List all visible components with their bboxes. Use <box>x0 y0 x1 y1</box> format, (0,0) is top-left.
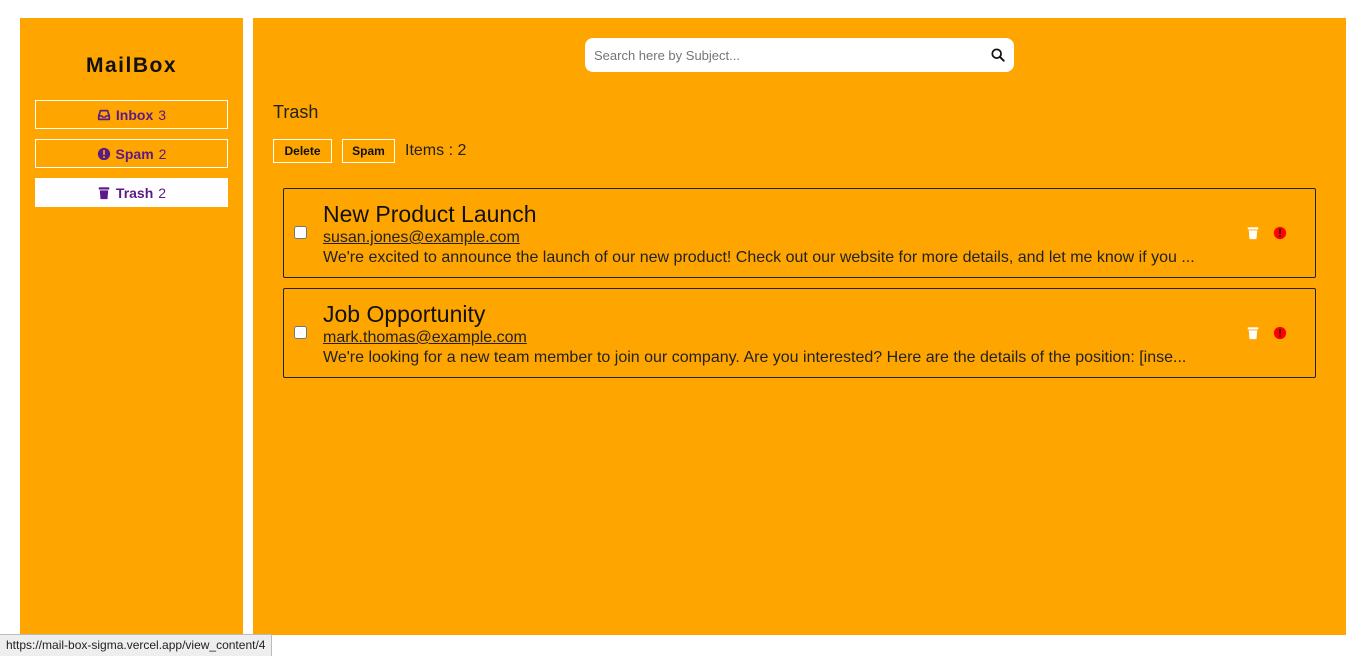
search-icon[interactable] <box>991 48 1005 62</box>
sidebar-item-label: Inbox <box>115 106 154 123</box>
mail-subject[interactable]: Job Opportunity <box>323 301 485 328</box>
sidebar-item-count: 2 <box>158 184 167 201</box>
trash-icon[interactable] <box>1246 226 1260 240</box>
status-bar-url: https://mail-box-sigma.vercel.app/view_c… <box>0 634 273 656</box>
mail-sender-link[interactable]: susan.jones@example.com <box>323 229 520 247</box>
sidebar-item-label: Spam <box>115 145 154 162</box>
mail-sender-link[interactable]: mark.thomas@example.com <box>323 329 527 347</box>
spam-alert-icon[interactable] <box>1273 226 1287 240</box>
inbox-icon <box>97 109 111 120</box>
mail-select-checkbox[interactable] <box>294 326 307 339</box>
sidebar-item-count: 3 <box>158 106 167 123</box>
search-input[interactable] <box>594 38 974 72</box>
page-title: Trash <box>273 102 319 122</box>
items-count: Items : 2 <box>405 142 467 159</box>
spam-button[interactable]: Spam <box>342 139 395 163</box>
main-panel: Trash Delete Spam Items : 2 New Product … <box>253 18 1346 635</box>
sidebar-item-count: 2 <box>158 145 167 162</box>
mail-subject[interactable]: New Product Launch <box>323 201 537 228</box>
sidebar: MailBox Inbox 3 Spam 2 Trash 2 <box>20 18 243 635</box>
alert-circle-icon <box>97 147 110 160</box>
sidebar-item-trash[interactable]: Trash 2 <box>35 178 228 207</box>
sidebar-item-spam[interactable]: Spam 2 <box>35 139 228 168</box>
app-title: MailBox <box>85 54 177 77</box>
sidebar-item-label: Trash <box>115 184 154 201</box>
trash-icon[interactable] <box>1246 326 1260 340</box>
mail-item[interactable]: Job Opportunity mark.thomas@example.com … <box>283 288 1316 378</box>
spam-alert-icon[interactable] <box>1273 326 1287 340</box>
mail-select-checkbox[interactable] <box>294 226 307 239</box>
trash-icon <box>98 186 110 199</box>
search-bar <box>585 38 1014 72</box>
mail-item[interactable]: New Product Launch susan.jones@example.c… <box>283 188 1316 278</box>
delete-button[interactable]: Delete <box>273 139 332 163</box>
mail-preview: We're looking for a new team member to j… <box>323 349 1187 366</box>
sidebar-item-inbox[interactable]: Inbox 3 <box>35 100 228 129</box>
mail-preview: We're excited to announce the launch of … <box>323 249 1195 266</box>
